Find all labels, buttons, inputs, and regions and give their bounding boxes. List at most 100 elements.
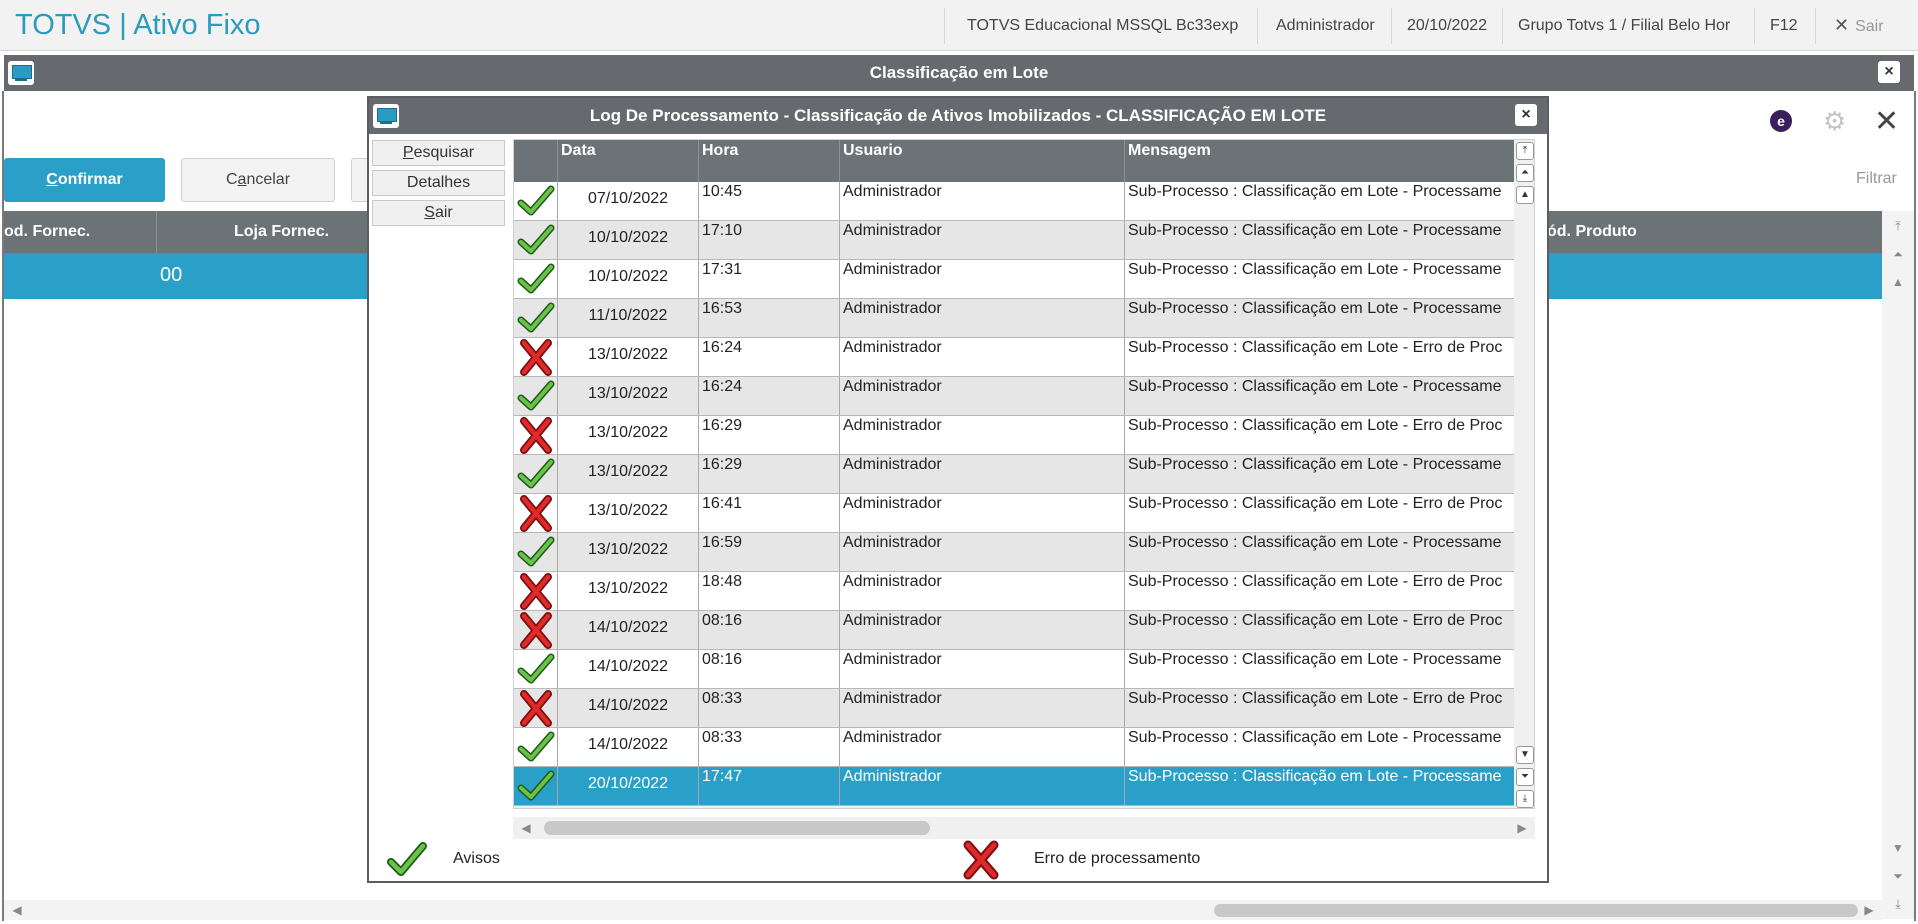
- profile-icon[interactable]: e: [1770, 110, 1792, 132]
- scrollbar-thumb[interactable]: [544, 821, 930, 835]
- vertical-scrollbar[interactable]: ⤒ ⏶ ▲ ▼ ⏷ ⤓: [1514, 140, 1534, 808]
- divider: [1815, 8, 1816, 44]
- dialog-title: Log De Processamento - Classificação de …: [589, 106, 1327, 125]
- page-down-icon[interactable]: ⏷: [1516, 768, 1534, 786]
- search-button[interactable]: Pesquisar: [372, 140, 505, 166]
- status-cell: [514, 299, 558, 337]
- column-header[interactable]: ód. Produto: [1547, 223, 1637, 241]
- exit-button[interactable]: Sair: [372, 200, 505, 226]
- scroll-bottom-icon[interactable]: ⤓: [1889, 895, 1907, 913]
- table-row[interactable]: 11/10/2022 16:53 Administrador Sub-Processo…: [514, 299, 1514, 338]
- table-row[interactable]: 13/10/2022 16:59 Administrador Sub-Processo…: [514, 533, 1514, 572]
- confirm-button[interactable]: Confirmar: [4, 158, 165, 202]
- date-cell: 13/10/2022: [558, 377, 699, 415]
- column-header[interactable]: Loja Fornec.: [234, 223, 329, 241]
- x-icon: [520, 417, 552, 454]
- log-dialog: Log De Processamento - Classificação de …: [367, 96, 1549, 883]
- table-row[interactable]: 13/10/2022 18:48 Administrador Sub-Processo…: [514, 572, 1514, 611]
- message-cell: Sub-Processo : Classificação em Lote - P…: [1128, 222, 1502, 239]
- accelerator-key: C: [46, 171, 58, 188]
- scroll-down-icon[interactable]: ▼: [1889, 839, 1907, 857]
- column-header-time[interactable]: Hora: [699, 140, 840, 182]
- table-row[interactable]: 14/10/2022 08:16 Administrador Sub-Processo…: [514, 611, 1514, 650]
- status-cell: [514, 377, 558, 415]
- exit-label: Sair: [1855, 18, 1884, 35]
- close-icon[interactable]: ×: [1878, 61, 1900, 83]
- table-row[interactable]: 10/10/2022 17:31 Administrador Sub-Processo…: [514, 260, 1514, 299]
- exit-button[interactable]: ✕ Sair: [1834, 15, 1884, 36]
- close-icon[interactable]: ×: [1515, 104, 1537, 126]
- app-title: TOTVS | Ativo Fixo: [15, 9, 261, 41]
- page-down-icon[interactable]: ⏷: [1889, 867, 1907, 885]
- user-label[interactable]: Administrador: [1276, 17, 1375, 35]
- status-cell: [514, 416, 558, 454]
- table-row[interactable]: 20/10/2022 17:47 Administrador Sub-Processo…: [514, 767, 1514, 806]
- divider: [1391, 8, 1392, 44]
- vertical-scrollbar[interactable]: ⤒ ⏶ ▲ ▼ ⏷ ⤓: [1882, 211, 1914, 919]
- close-icon[interactable]: ✕: [1874, 104, 1899, 139]
- column-header-user[interactable]: Usuario: [840, 140, 1125, 182]
- message-cell: Sub-Processo : Classificação em Lote - P…: [1128, 534, 1502, 551]
- check-icon: [517, 263, 555, 294]
- f12-shortcut[interactable]: F12: [1770, 17, 1798, 35]
- scroll-bottom-icon[interactable]: ⤓: [1516, 790, 1534, 808]
- check-icon: [517, 458, 555, 489]
- cell-value: 00: [160, 264, 183, 286]
- status-column-header[interactable]: [514, 140, 558, 182]
- gear-icon[interactable]: ⚙: [1823, 106, 1846, 137]
- screen: TOTVS | Ativo Fixo TOTVS Educacional MSS…: [0, 0, 1918, 924]
- table-row[interactable]: 13/10/2022 16:29 Administrador Sub-Processo…: [514, 455, 1514, 494]
- divider: [1257, 8, 1258, 44]
- user-cell: Administrador: [840, 338, 1125, 376]
- filter-link[interactable]: Filtrar: [1856, 170, 1897, 188]
- message-cell: Sub-Processo : Classificação em Lote - P…: [1128, 378, 1502, 395]
- column-header-date[interactable]: Data: [558, 140, 699, 182]
- user-cell: Administrador: [840, 260, 1125, 298]
- window-border: [1914, 91, 1916, 921]
- scroll-right-icon[interactable]: ▶: [1513, 819, 1531, 837]
- scroll-up-icon[interactable]: ▲: [1889, 273, 1907, 291]
- dialog-titlebar: Log De Processamento - Classificação de …: [369, 98, 1547, 134]
- log-grid: Data Hora Usuario Mensagem 07/10/2022 10:…: [513, 139, 1535, 809]
- table-row[interactable]: 07/10/2022 10:45 Administrador Sub-Processo…: [514, 182, 1514, 221]
- scroll-top-icon[interactable]: ⤒: [1516, 142, 1534, 160]
- user-cell: Administrador: [840, 611, 1125, 649]
- table-row[interactable]: 13/10/2022 16:24 Administrador Sub-Processo…: [514, 338, 1514, 377]
- column-header[interactable]: od. Fornec.: [4, 223, 90, 241]
- user-cell: Administrador: [840, 182, 1125, 220]
- date-label[interactable]: 20/10/2022: [1407, 17, 1487, 35]
- time-cell: 17:47: [699, 767, 840, 805]
- message-cell: Sub-Processo : Classificação em Lote - P…: [1128, 651, 1502, 668]
- table-row[interactable]: 13/10/2022 16:29 Administrador Sub-Processo…: [514, 416, 1514, 455]
- table-row[interactable]: 13/10/2022 16:41 Administrador Sub-Processo…: [514, 494, 1514, 533]
- horizontal-scrollbar[interactable]: ◀ ▶: [513, 817, 1535, 839]
- table-row[interactable]: 14/10/2022 08:33 Administrador Sub-Processo…: [514, 689, 1514, 728]
- scroll-up-icon[interactable]: ▲: [1516, 186, 1534, 204]
- scrollbar-thumb[interactable]: [1214, 904, 1858, 917]
- message-cell: Sub-Processo : Classificação em Lote - E…: [1128, 339, 1503, 356]
- scroll-left-icon[interactable]: ◀: [8, 901, 26, 919]
- cancel-button[interactable]: Cancelar: [181, 158, 335, 202]
- column-header-message[interactable]: Mensagem: [1125, 140, 1514, 182]
- table-row[interactable]: 14/10/2022 08:33 Administrador Sub-Processo…: [514, 728, 1514, 767]
- table-row[interactable]: 13/10/2022 16:24 Administrador Sub-Processo…: [514, 377, 1514, 416]
- check-icon: [517, 770, 555, 801]
- status-cell: [514, 611, 558, 649]
- time-cell: 17:10: [699, 221, 840, 259]
- branch-label[interactable]: Grupo Totvs 1 / Filial Belo Hor: [1518, 17, 1730, 35]
- table-row[interactable]: 10/10/2022 17:10 Administrador Sub-Processo…: [514, 221, 1514, 260]
- message-cell: Sub-Processo : Classificação em Lote - P…: [1128, 261, 1502, 278]
- date-cell: 07/10/2022: [558, 182, 699, 220]
- environment-label[interactable]: TOTVS Educacional MSSQL Bc33exp: [967, 17, 1238, 35]
- date-cell: 11/10/2022: [558, 299, 699, 337]
- horizontal-scrollbar[interactable]: ◀ ▶: [4, 900, 1882, 920]
- details-button[interactable]: Detalhes: [372, 170, 505, 196]
- scroll-down-icon[interactable]: ▼: [1516, 746, 1534, 764]
- page-up-icon[interactable]: ⏶: [1516, 164, 1534, 182]
- scroll-right-icon[interactable]: ▶: [1860, 901, 1878, 919]
- page-up-icon[interactable]: ⏶: [1889, 245, 1907, 263]
- search-label: esquisar: [413, 144, 475, 161]
- scroll-left-icon[interactable]: ◀: [517, 819, 535, 837]
- scroll-top-icon[interactable]: ⤒: [1889, 217, 1907, 235]
- table-row[interactable]: 14/10/2022 08:16 Administrador Sub-Processo…: [514, 650, 1514, 689]
